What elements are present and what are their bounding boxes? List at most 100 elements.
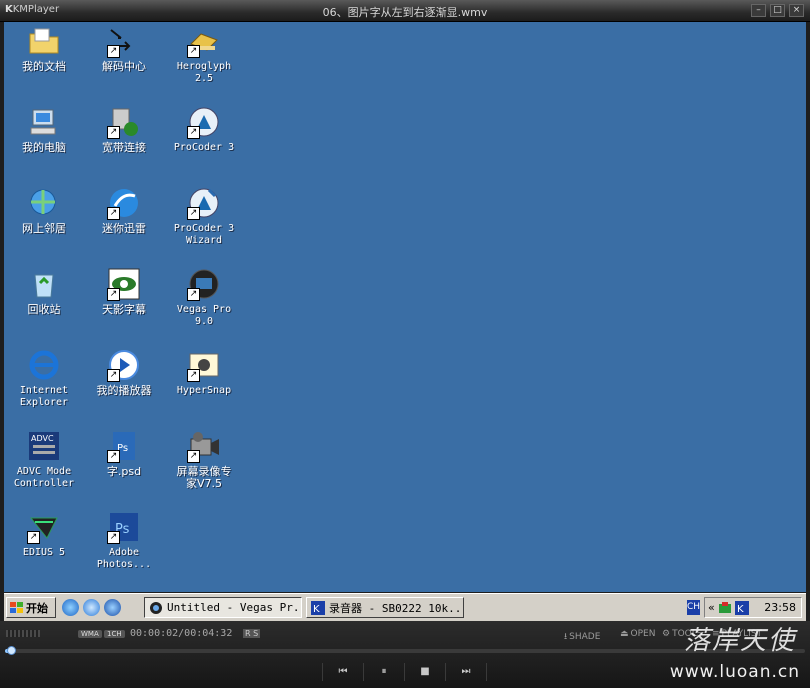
window-title: 06、图片字从左到右逐渐显.wmv <box>322 6 488 19</box>
volume-grip[interactable] <box>6 630 40 637</box>
desktop-icon-label: ADVC Mode Controller <box>13 466 75 489</box>
network-places-icon <box>27 186 61 220</box>
desktop-icon[interactable]: ↗ 解码中心 <box>88 24 160 73</box>
desktop-icon[interactable]: ↗ ProCoder 3 <box>168 105 240 154</box>
my-computer-icon <box>27 105 61 139</box>
player-title-bar[interactable]: KKMPlayer 06、图片字从左到右逐渐显.wmv – □ × <box>0 0 810 22</box>
desktop-icon[interactable]: 我的文档 <box>8 24 80 73</box>
subtitle-eye-icon: ↗ <box>107 267 141 301</box>
recorder-task-icon: K <box>311 600 325 615</box>
watermark-chinese: 落岸天使 <box>683 626 796 656</box>
quick-launch <box>62 599 121 616</box>
close-button[interactable]: × <box>789 4 804 17</box>
desktop-icon[interactable]: ↗ 迷你迅雷 <box>88 186 160 235</box>
tray-network-icon[interactable] <box>718 601 732 615</box>
open-button[interactable]: ⏏ OPEN <box>620 629 655 639</box>
desktop-icon[interactable]: ↗ EDIUS 5 <box>8 510 80 559</box>
desktop-icon-label: Adobe Photos... <box>96 547 152 570</box>
minimize-button[interactable]: – <box>751 4 766 17</box>
shortcut-arrow-icon: ↗ <box>187 369 200 382</box>
audio-format-badge: WMA <box>78 630 102 638</box>
desktop-icon-label: 屏幕录像专 家V7.5 <box>176 465 232 490</box>
desktop-icon-label: 我的文档 <box>22 60 66 73</box>
desktop-icon[interactable]: 我的电脑 <box>8 105 80 154</box>
desktop-icon-label: EDIUS 5 <box>22 547 66 558</box>
desktop-icon[interactable]: Ps ↗ Adobe Photos... <box>88 510 160 571</box>
desktop-icon-label: ProCoder 3 <box>173 142 235 153</box>
desktop-icon-label: 网上邻居 <box>22 222 66 235</box>
refresh-quicklaunch-icon[interactable] <box>83 599 100 616</box>
shortcut-arrow-icon: ↗ <box>187 207 200 220</box>
window-buttons: – □ × <box>751 4 804 17</box>
desktop-icon-label: HyperSnap <box>176 385 232 396</box>
pause-icon: ⏸ <box>381 666 387 677</box>
internet-explorer-icon <box>27 348 61 382</box>
desktop-icon-label: Heroglyph 2.5 <box>176 61 232 84</box>
shortcut-arrow-icon: ↗ <box>107 531 120 544</box>
desktop-icon[interactable]: ↗ 天影字幕 <box>88 267 160 316</box>
pause-button[interactable]: ⏸ <box>363 663 404 681</box>
desktop-icon[interactable]: ADVC ADVC Mode Controller <box>8 429 80 490</box>
shortcut-arrow-icon: ↗ <box>107 288 120 301</box>
desktop-icon[interactable]: ↗ 宽带连接 <box>88 105 160 154</box>
heroglyph-icon: ↗ <box>187 24 221 58</box>
tray-clock: 23:58 <box>764 601 796 614</box>
broadband-connection-icon: ↗ <box>107 105 141 139</box>
next-icon: ⏭ <box>461 666 471 677</box>
eject-icon: ⏏ <box>620 629 629 639</box>
desktop-icon-label: 解码中心 <box>102 60 146 73</box>
player-quicklaunch-icon[interactable] <box>104 599 121 616</box>
desktop-icon[interactable]: 回收站 <box>8 267 80 316</box>
shortcut-arrow-icon: ↗ <box>107 45 120 58</box>
stop-button[interactable]: ■ <box>404 663 445 681</box>
task-vegas-label: Untitled - Vegas Pr... <box>167 601 302 614</box>
desktop-icon[interactable]: ↗ Vegas Pro 9.0 <box>168 267 240 328</box>
channels-badge: 1CH <box>104 630 125 638</box>
seek-knob[interactable] <box>7 646 16 655</box>
vegas-pro-icon: ↗ <box>187 267 221 301</box>
desktop-icon[interactable]: Ps ↗ 字.psd <box>88 429 160 478</box>
shortcut-arrow-icon: ↗ <box>187 450 200 463</box>
procoder-icon: ↗ <box>187 105 221 139</box>
desktop-icon[interactable]: ↗ HyperSnap <box>168 348 240 397</box>
shortcut-arrow-icon: ↗ <box>107 207 120 220</box>
ie-quicklaunch-icon[interactable] <box>62 599 79 616</box>
recycle-bin-icon <box>27 267 61 301</box>
vegas-task-icon <box>150 601 162 614</box>
psd-file-icon: Ps ↗ <box>107 429 141 463</box>
svg-text:K: K <box>737 604 744 615</box>
task-recorder[interactable]: K 录音器 - SB0222 10k... <box>306 597 464 618</box>
next-button[interactable]: ⏭ <box>445 663 487 681</box>
windows-taskbar: 开始 Untitled - Vegas Pr... K 录音器 - SB0222… <box>4 593 806 621</box>
folder-documents-icon <box>27 24 61 58</box>
desktop-icon[interactable]: Internet Explorer <box>8 348 80 409</box>
task-recorder-label: 录音器 - SB0222 10k... <box>329 601 464 615</box>
tray-km-icon[interactable]: K <box>734 600 749 615</box>
desktop-icon-label: 我的电脑 <box>22 141 66 154</box>
shade-button[interactable]: ⭳ SHADE <box>564 629 600 645</box>
photoshop-icon: Ps ↗ <box>107 510 141 544</box>
desktop-icon[interactable]: 网上邻居 <box>8 186 80 235</box>
gear-icon: ⚙ <box>662 629 671 639</box>
shortcut-arrow-icon: ↗ <box>187 288 200 301</box>
desktop-icon-label: Internet Explorer <box>19 385 69 408</box>
rs-badge[interactable]: R S <box>243 629 261 638</box>
language-indicator[interactable]: CH <box>687 600 700 615</box>
open-label: OPEN <box>630 629 656 639</box>
previous-button[interactable]: ⏮ <box>322 663 363 681</box>
desktop-icon[interactable]: ↗ 屏幕录像专 家V7.5 <box>168 429 240 490</box>
desktop-icon[interactable]: ↗ 我的播放器 <box>88 348 160 397</box>
desktop-icon-label: 字.psd <box>106 465 142 478</box>
tray-expand-button[interactable]: « <box>708 601 715 614</box>
advc-icon: ADVC <box>27 429 61 463</box>
video-area[interactable]: 我的文档 ↗ 解码中心 ↗ Heroglyph 2.5 我的电脑 ↗ 宽带连接 ↗ ProCode… <box>4 22 806 592</box>
desktop-icon-label: 我的播放器 <box>96 384 152 397</box>
desktop-icon[interactable]: ↗ Heroglyph 2.5 <box>168 24 240 85</box>
task-vegas[interactable]: Untitled - Vegas Pr... <box>144 597 302 618</box>
system-tray: « K 23:58 <box>704 597 802 618</box>
maximize-button[interactable]: □ <box>770 4 785 17</box>
shortcut-arrow-icon: ↗ <box>107 369 120 382</box>
desktop-icon[interactable]: ↗ ProCoder 3 Wizard <box>168 186 240 247</box>
playback-time: 00:00:02/00:04:32 <box>130 628 233 639</box>
start-button[interactable]: 开始 <box>6 597 56 618</box>
